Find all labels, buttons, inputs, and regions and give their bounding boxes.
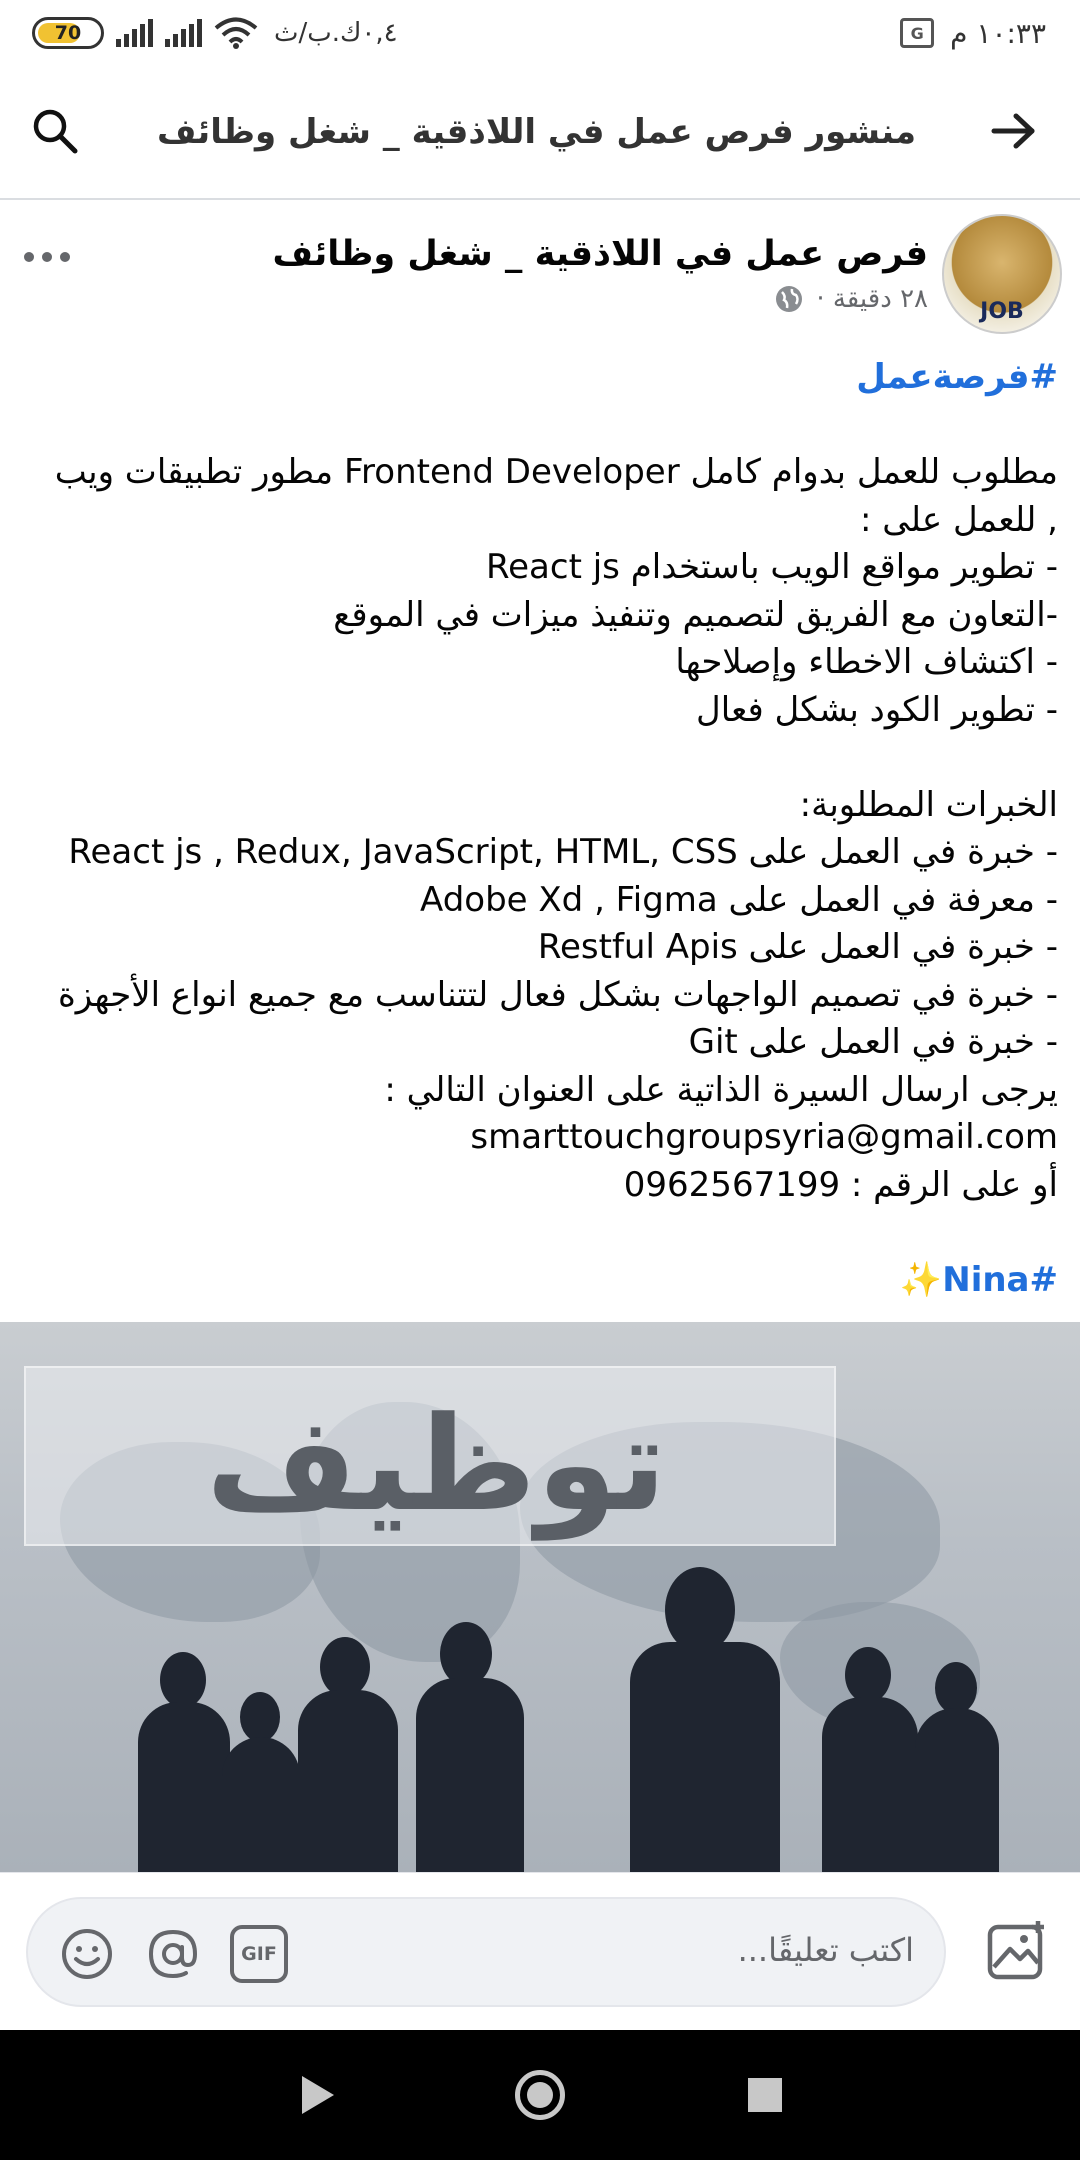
comment-input[interactable]: GIF اكتب تعليقًا... (26, 1897, 946, 2007)
post-line: , للعمل على : (860, 499, 1058, 540)
page-avatar[interactable]: JOB (942, 214, 1062, 334)
page-name-link[interactable]: فرص عمل في اللاذقية _ شغل وظائف (272, 234, 928, 274)
battery-icon: 70 (32, 17, 104, 49)
more-options-icon[interactable] (24, 252, 70, 262)
clock: ١٠:٣٣ م (950, 16, 1046, 50)
emoji-icon[interactable] (58, 1925, 116, 1983)
nav-recents-icon[interactable] (748, 2078, 782, 2112)
mention-icon[interactable] (144, 1925, 202, 1983)
battery-level: 70 (54, 22, 82, 44)
nav-back-icon[interactable] (302, 2076, 334, 2114)
post-line: - تطوير الكود بشكل فعال (696, 689, 1058, 730)
post-line: يرجى ارسال السيرة الذاتية على العنوان ال… (384, 1069, 1058, 1110)
system-nav-bar (0, 2030, 1080, 2160)
comment-bar: GIF اكتب تعليقًا... (0, 1872, 1080, 2030)
post-line: الخبرات المطلوبة: (799, 784, 1058, 825)
post-line: - خبرة في العمل على Git (688, 1022, 1058, 1062)
post-line: - خبرة في العمل على React js , Redux, Ja… (68, 832, 1058, 872)
wifi-icon (214, 17, 258, 49)
signal-icon-2 (165, 19, 202, 47)
post-line: - خبرة في تصميم الواجهات بشكل فعال لتتنا… (57, 974, 1058, 1015)
app-bar: منشور فرص عمل في اللاذقية _ شغل وظائف (0, 66, 1080, 200)
post-line: -التعاون مع الفريق لتصميم وتنفيذ ميزات ف… (333, 594, 1058, 635)
post-line: - معرفة في العمل على Adobe Xd , Figma (420, 879, 1058, 920)
post-line: مطلوب للعمل بدوام كامل Frontend Develope… (54, 452, 1058, 492)
gif-icon[interactable]: GIF (230, 1925, 288, 1983)
back-arrow-icon[interactable] (988, 106, 1038, 156)
translate-icon: G (900, 18, 935, 48)
signal-icon (116, 19, 153, 47)
email-text: smarttouchgroupsyria@gmail.com (470, 1117, 1058, 1157)
post-time[interactable]: ٢٨ دقيقة · (816, 284, 928, 314)
avatar-logo-text: JOB (980, 299, 1024, 324)
network-speed: ٠,٤ك.ب/ث (274, 18, 398, 48)
image-banner: توظيف (24, 1366, 836, 1546)
hashtag-link[interactable]: #Nina✨ (900, 1260, 1058, 1300)
post-line: - تطوير مواقع الويب باستخدام React js (486, 547, 1058, 587)
globe-icon (776, 286, 803, 312)
status-bar: 70 ٠,٤ك.ب/ث G ١٠:٣٣ م (0, 0, 1080, 66)
photo-icon[interactable] (984, 1917, 1050, 1983)
comment-placeholder: اكتب تعليقًا... (737, 1931, 914, 1969)
page-title: منشور فرص عمل في اللاذقية _ شغل وظائف (156, 112, 916, 152)
hashtag-link[interactable]: #فرصةعمل (856, 357, 1058, 397)
nav-home-icon[interactable] (515, 2070, 565, 2120)
status-left: 70 ٠,٤ك.ب/ث (32, 12, 398, 54)
post-header: JOB فرص عمل في اللاذقية _ شغل وظائف ٢٨ د… (0, 200, 1080, 350)
phone-text: أو على الرقم : 0962567199 (623, 1164, 1058, 1205)
image-banner-text: توظيف (206, 1388, 667, 1540)
post-line: - اكتشاف الاخطاء وإصلاحها (675, 642, 1058, 682)
post-image[interactable]: توظيف (0, 1322, 1080, 1872)
post-text: #فرصةعمل مطلوب للعمل بدوام كامل Frontend… (18, 354, 1058, 1304)
status-right: G ١٠:٣٣ م (900, 12, 1046, 54)
post-meta: ٢٨ دقيقة · (774, 284, 928, 314)
search-icon[interactable] (30, 106, 80, 156)
post-line: - خبرة في العمل على Restful Apis (537, 927, 1058, 967)
